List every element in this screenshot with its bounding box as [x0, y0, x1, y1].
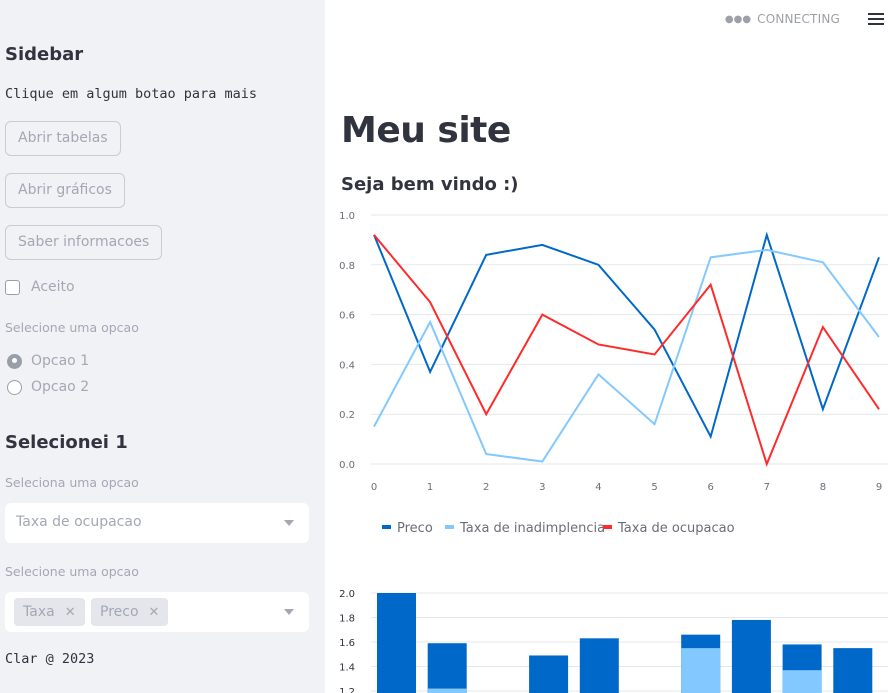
sidebar-intro-text: Clique em algum botao para mais	[5, 86, 257, 102]
y-tick-label: 1.4	[339, 663, 355, 674]
chevron-down-icon[interactable]	[284, 609, 294, 615]
x-tick-label: 1	[427, 482, 433, 493]
line-chart: 0.0 0.2 0.4 0.6 0.8 1.0 0 1 2 3 4 5 6 7 8 9 Preco Taxa de…	[339, 211, 888, 536]
bar	[529, 655, 569, 693]
legend-swatch	[603, 525, 612, 529]
info-button[interactable]: Saber informacoes	[5, 225, 163, 260]
y-tick-label: 0.6	[339, 311, 355, 322]
x-tick-label: 7	[764, 482, 770, 493]
y-tick-label: 0.0	[339, 460, 355, 471]
accept-checkbox[interactable]: Aceito	[5, 279, 75, 295]
y-tick-label: 0.8	[339, 261, 355, 272]
y-tick-label: 1.0	[339, 211, 355, 222]
series-line	[373, 248, 880, 463]
radio-option-2-label: Opcao 2	[31, 379, 90, 395]
select-dropdown[interactable]: Taxa de ocupacao	[5, 503, 309, 543]
tag-label: Taxa	[23, 604, 55, 620]
radio-option-1-label: Opcao 1	[31, 353, 90, 369]
x-tick-label: 4	[595, 482, 601, 493]
hamburger-menu-icon[interactable]	[868, 13, 884, 27]
legend-label: Preco	[397, 521, 433, 536]
bar	[681, 648, 721, 693]
open-tables-button[interactable]: Abrir tabelas	[5, 121, 121, 156]
legend-label: Taxa de ocupacao	[617, 521, 735, 536]
y-tick-label: 0.4	[339, 360, 355, 371]
sidebar-title: Sidebar	[5, 44, 84, 65]
sidebar-footer: Clar @ 2023	[5, 651, 95, 667]
loading-dots-icon: ●●●	[724, 13, 752, 25]
radio-option-2[interactable]: Opcao 2	[7, 379, 89, 395]
select-value: Taxa de ocupacao	[16, 514, 142, 530]
y-tick-label: 1.2	[339, 687, 355, 693]
multiselect-tag-taxa: Taxa ✕	[14, 598, 85, 626]
legend-swatch	[382, 525, 391, 529]
x-tick-label: 3	[539, 482, 545, 493]
main-content: ●●● CONNECTING Meu site Seja bem vindo :…	[325, 0, 888, 693]
bar	[427, 688, 467, 693]
bar	[579, 638, 619, 693]
y-tick-label: 1.6	[339, 638, 355, 649]
page-title: Meu site	[341, 110, 511, 151]
multiselect-label: Selecione uma opcao	[5, 564, 139, 579]
close-icon[interactable]: ✕	[149, 605, 160, 620]
sidebar: Sidebar Clique em algum botao para mais …	[0, 0, 325, 693]
radio-group-label: Selecione uma opcao	[5, 320, 139, 335]
y-tick-label: 0.2	[339, 410, 355, 421]
bar	[427, 643, 467, 693]
tag-label: Preco	[100, 604, 139, 620]
y-tick-label: 2.0	[339, 589, 355, 600]
connection-status-text: CONNECTING	[757, 12, 840, 26]
accept-checkbox-label: Aceito	[31, 279, 75, 295]
bar	[377, 593, 416, 693]
radio-option-1[interactable]: Opcao 1	[7, 353, 89, 369]
select-label: Seleciona uma opcao	[5, 475, 139, 490]
checkbox-box[interactable]	[5, 279, 20, 295]
radio-selected-icon[interactable]	[7, 353, 22, 369]
y-tick-label: 1.8	[339, 614, 355, 625]
bar	[833, 648, 873, 693]
legend-swatch	[445, 525, 454, 529]
x-tick-label: 6	[707, 482, 713, 493]
bar-chart: 1.2 1.4 1.6 1.8 2.0	[339, 589, 888, 693]
bar	[731, 619, 771, 693]
page-subtitle: Seja bem vindo :)	[341, 174, 519, 195]
open-charts-button[interactable]: Abrir gráficos	[5, 173, 125, 208]
connection-status: ●●● CONNECTING	[725, 12, 840, 26]
bar	[782, 670, 822, 693]
x-tick-label: 2	[483, 482, 489, 493]
multiselect-dropdown[interactable]: Taxa ✕ Preco ✕	[5, 592, 309, 632]
close-icon[interactable]: ✕	[65, 605, 76, 620]
radio-unselected-icon[interactable]	[7, 379, 22, 395]
x-tick-label: 0	[371, 482, 377, 493]
chevron-down-icon[interactable]	[284, 520, 294, 526]
multiselect-tag-preco: Preco ✕	[91, 598, 169, 626]
x-tick-label: 9	[876, 482, 882, 493]
x-tick-label: 8	[820, 482, 826, 493]
selected-heading: Selecionei 1	[5, 432, 128, 453]
x-tick-label: 5	[651, 482, 657, 493]
legend-label: Taxa de inadimplencia	[459, 521, 605, 536]
